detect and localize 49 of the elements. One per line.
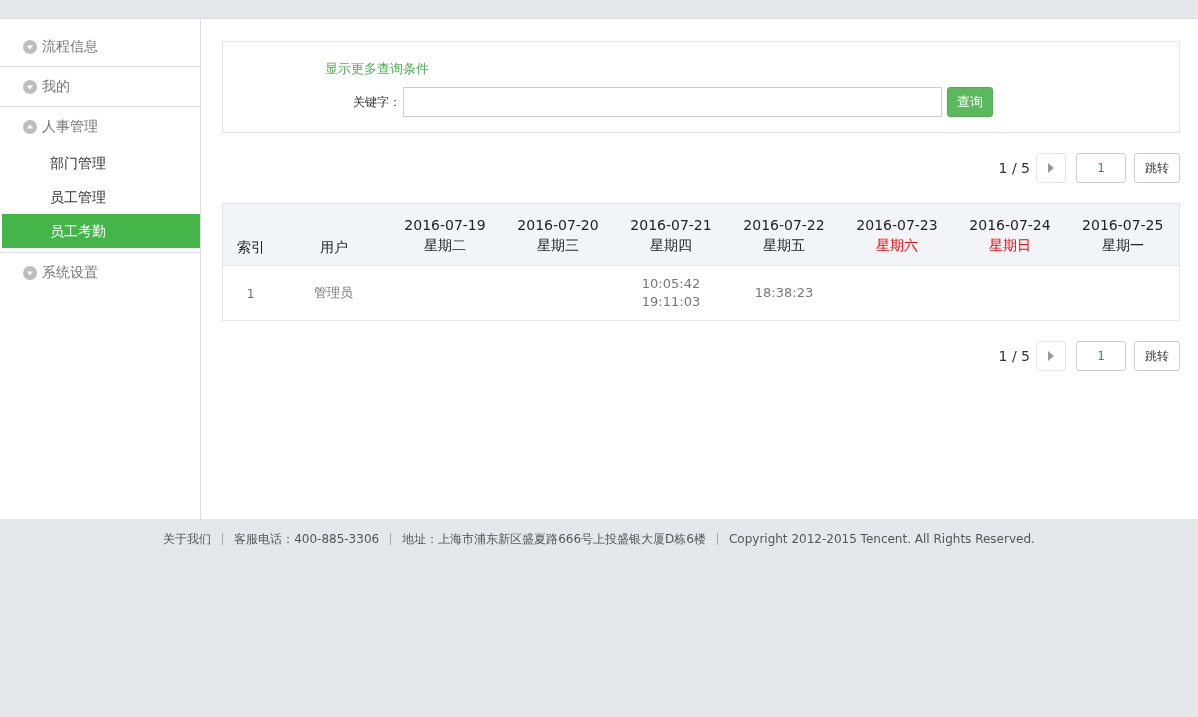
sidebar-item[interactable]: 员工考勤 [2,214,200,248]
jump-button[interactable]: 跳转 [1134,153,1180,183]
weekday-header: 星期三 [536,235,580,255]
expand-icon [23,39,37,54]
weekday-header: 星期五 [762,235,806,255]
sidebar-group[interactable]: 流程信息 [0,27,200,66]
footer-text: 客服电话：400-885-3306 [222,533,391,545]
next-icon [1047,350,1055,362]
weekday-header: 星期六 [875,235,919,255]
jump-button[interactable]: 跳转 [1134,341,1180,371]
footer-text: 地址：上海市浦东新区盛夏路666号上投盛银大厦D栋6楼 [390,533,717,545]
page-input[interactable]: 1 [1076,341,1126,371]
next-page-button[interactable] [1036,341,1066,371]
time-text: 18:38:23 [754,284,814,302]
sidebar-item[interactable]: 部门管理 [2,146,200,180]
expand-icon [23,265,37,280]
date-header: 2016-07-25 [1081,215,1165,235]
sidebar-group[interactable]: 人事管理 [0,107,200,146]
weekday-header: 星期二 [423,235,467,255]
keyword-label: 关键字： [352,93,401,111]
time-text: 10:05:42 19:11:03 [641,275,701,311]
footer-text: 关于我们 [162,533,213,545]
date-header: 2016-07-23 [855,215,939,235]
sidebar-group[interactable]: 系统设置 [0,253,200,292]
footer-text: Copyright 2012-2015 Tencent. All Rights Reserved. [716,533,1046,545]
sidebar-group[interactable]: 我的 [0,67,200,106]
next-page-button[interactable] [1036,153,1066,183]
date-header: 2016-07-21 [629,215,713,235]
index-cell: 1 [222,265,279,321]
expand-icon [23,79,37,94]
column-header: 索引 [222,203,279,266]
more-conditions-link[interactable]: 显示更多查询条件 [325,60,429,78]
page-info: 1 / 5 [998,160,1030,176]
weekday-header: 星期日 [988,235,1032,255]
date-header: 2016-07-24 [968,215,1052,235]
keyword-input[interactable] [403,87,942,117]
search-button[interactable]: 查询 [947,87,993,117]
weekday-header: 星期一 [1100,235,1145,255]
sidebar-item[interactable]: 员工管理 [2,180,200,214]
page-input[interactable]: 1 [1076,153,1126,183]
collapse-icon [23,119,37,134]
column-header: 用户 [278,203,389,266]
page-info: 1 / 5 [998,348,1030,364]
user-cell: 管理员 [278,265,389,321]
date-header: 2016-07-22 [742,215,826,235]
weekday-header: 星期四 [649,235,693,255]
date-header: 2016-07-20 [516,215,600,235]
date-header: 2016-07-19 [403,215,487,235]
next-icon [1047,162,1055,174]
